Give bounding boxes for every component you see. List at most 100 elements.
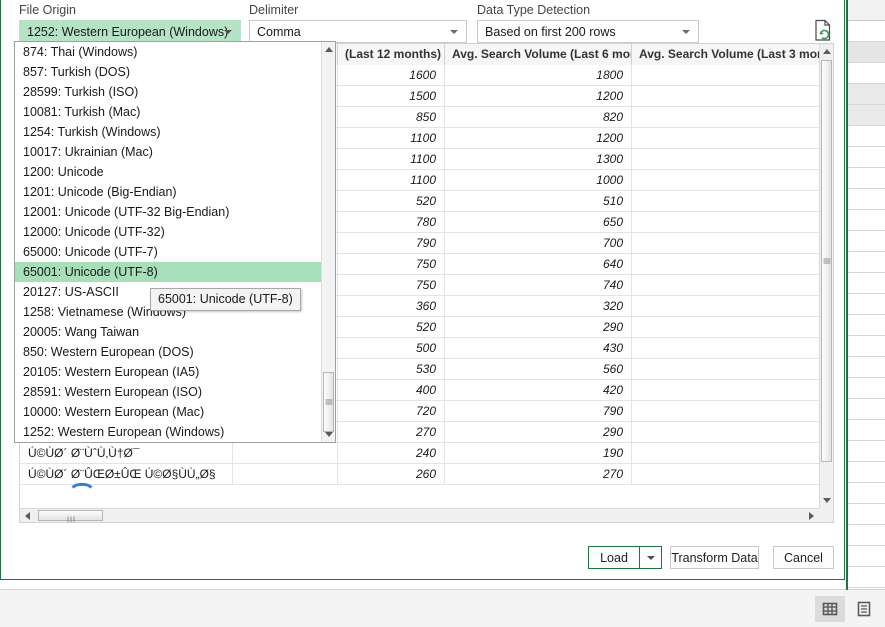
table-cell[interactable]: 290 bbox=[445, 317, 632, 337]
dropdown-item[interactable]: 20005: Wang Taiwan bbox=[15, 322, 321, 342]
table-cell[interactable] bbox=[632, 422, 821, 442]
table-cell[interactable]: 1500 bbox=[338, 86, 445, 106]
table-cell[interactable]: 820 bbox=[445, 107, 632, 127]
file-origin-combobox[interactable]: 1252: Western European (Windows) bbox=[19, 20, 241, 43]
scroll-up-icon[interactable] bbox=[322, 42, 335, 57]
table-cell[interactable]: 190 bbox=[445, 443, 632, 463]
table-cell[interactable] bbox=[632, 233, 821, 253]
worksheet-row[interactable] bbox=[846, 462, 885, 483]
dropdown-vertical-scrollbar[interactable] bbox=[321, 42, 335, 442]
table-cell[interactable]: Ú©ÙØ´ Ø¨ÛŒØ±ÛŒ Ú©Ø§ÙÙ„Ø§ bbox=[20, 464, 233, 484]
dropdown-item[interactable]: 10000: Western European (Mac) bbox=[15, 402, 321, 422]
table-cell[interactable] bbox=[632, 254, 821, 274]
table-cell[interactable]: 700 bbox=[445, 233, 632, 253]
load-button[interactable]: Load bbox=[588, 546, 640, 569]
worksheet-row[interactable] bbox=[846, 294, 885, 315]
table-cell[interactable] bbox=[632, 275, 821, 295]
dropdown-item[interactable]: 28591: Western European (ISO) bbox=[15, 382, 321, 402]
table-cell[interactable]: 500 bbox=[338, 338, 445, 358]
table-cell[interactable] bbox=[632, 401, 821, 421]
dropdown-item[interactable]: 65000: Unicode (UTF-7) bbox=[15, 242, 321, 262]
dropdown-scroll-thumb[interactable] bbox=[323, 372, 334, 432]
table-cell[interactable]: 1100 bbox=[338, 149, 445, 169]
worksheet-row[interactable] bbox=[846, 378, 885, 399]
column-header[interactable]: Avg. Search Volume (Last 6 months) bbox=[445, 44, 632, 65]
dropdown-item[interactable]: 20105: Western European (IA5) bbox=[15, 362, 321, 382]
table-cell[interactable]: 1300 bbox=[445, 149, 632, 169]
worksheet-row[interactable] bbox=[846, 168, 885, 189]
worksheet-row[interactable] bbox=[846, 546, 885, 567]
scroll-right-icon[interactable] bbox=[804, 509, 819, 522]
file-origin-dropdown-list[interactable]: 874: Thai (Windows) 857: Turkish (DOS) 285… bbox=[14, 41, 336, 443]
table-cell[interactable]: 240 bbox=[338, 443, 445, 463]
worksheet-row[interactable] bbox=[846, 147, 885, 168]
data-type-detection-combobox[interactable]: Based on first 200 rows bbox=[477, 20, 699, 43]
worksheet-row[interactable] bbox=[846, 105, 885, 126]
worksheet-row[interactable] bbox=[846, 357, 885, 378]
table-cell[interactable] bbox=[632, 170, 821, 190]
column-header[interactable]: (Last 12 months) bbox=[338, 44, 445, 65]
dropdown-item[interactable]: 1252: Western European (Windows) bbox=[15, 422, 321, 442]
table-cell[interactable]: 430 bbox=[445, 338, 632, 358]
table-cell[interactable]: 1600 bbox=[338, 65, 445, 85]
table-cell[interactable]: 850 bbox=[338, 107, 445, 127]
worksheet-row[interactable] bbox=[846, 525, 885, 546]
table-cell[interactable]: Ú©ÙØ´ Ø¨ÙˆÙ‚Ù†Ø¯ bbox=[20, 443, 233, 463]
dropdown-item[interactable]: 10081: Turkish (Mac) bbox=[15, 102, 321, 122]
table-cell[interactable] bbox=[632, 65, 821, 85]
table-cell[interactable] bbox=[632, 212, 821, 232]
table-cell[interactable] bbox=[632, 296, 821, 316]
table-cell[interactable]: 650 bbox=[445, 212, 632, 232]
table-cell[interactable]: 640 bbox=[445, 254, 632, 274]
scroll-down-icon[interactable] bbox=[820, 493, 833, 508]
worksheet-row[interactable] bbox=[846, 420, 885, 441]
worksheet-row[interactable] bbox=[846, 84, 885, 105]
table-cell[interactable]: 320 bbox=[445, 296, 632, 316]
table-cell[interactable]: 790 bbox=[338, 233, 445, 253]
refresh-document-icon[interactable] bbox=[813, 19, 833, 43]
table-row[interactable]: Ú©ÙØ´ Ø¨ÙˆÙ‚Ù†Ø¯ 240 190 bbox=[20, 443, 833, 464]
worksheet-row[interactable] bbox=[846, 483, 885, 504]
table-cell[interactable] bbox=[632, 317, 821, 337]
table-cell[interactable]: 270 bbox=[338, 422, 445, 442]
worksheet-row[interactable] bbox=[846, 336, 885, 357]
table-cell[interactable] bbox=[632, 359, 821, 379]
chevron-down-icon[interactable] bbox=[682, 29, 690, 34]
table-cell[interactable]: 790 bbox=[445, 401, 632, 421]
dropdown-item[interactable]: 1200: Unicode bbox=[15, 162, 321, 182]
worksheet-row[interactable] bbox=[846, 567, 885, 588]
worksheet-row[interactable] bbox=[846, 273, 885, 294]
table-cell[interactable]: 360 bbox=[338, 296, 445, 316]
preview-horizontal-scrollbar[interactable] bbox=[20, 508, 819, 522]
dropdown-item[interactable]: 10017: Ukrainian (Mac) bbox=[15, 142, 321, 162]
table-cell[interactable]: 400 bbox=[338, 380, 445, 400]
table-cell[interactable]: 1200 bbox=[445, 86, 632, 106]
table-cell[interactable]: 520 bbox=[338, 191, 445, 211]
table-cell[interactable]: 290 bbox=[445, 422, 632, 442]
load-options-button[interactable] bbox=[639, 546, 662, 569]
dropdown-item[interactable]: 28599: Turkish (ISO) bbox=[15, 82, 321, 102]
dropdown-item[interactable]: 850: Western European (DOS) bbox=[15, 342, 321, 362]
dropdown-item[interactable]: 874: Thai (Windows) bbox=[15, 42, 321, 62]
table-cell[interactable] bbox=[632, 338, 821, 358]
table-cell[interactable]: 740 bbox=[445, 275, 632, 295]
table-cell[interactable] bbox=[632, 86, 821, 106]
worksheet-row[interactable] bbox=[846, 42, 885, 63]
worksheet-row[interactable] bbox=[846, 126, 885, 147]
horizontal-scroll-thumb[interactable] bbox=[38, 510, 103, 522]
table-cell[interactable]: 520 bbox=[338, 317, 445, 337]
table-cell[interactable] bbox=[632, 128, 821, 148]
table-cell[interactable]: 720 bbox=[338, 401, 445, 421]
table-row[interactable]: Ú©ÙØ´ Ø¨ÛŒØ±ÛŒ Ú©Ø§ÙÙ„Ø§ 260 270 bbox=[20, 464, 833, 485]
cancel-button[interactable]: Cancel bbox=[773, 546, 834, 569]
worksheet-row[interactable] bbox=[846, 0, 885, 21]
table-cell[interactable] bbox=[632, 443, 821, 463]
dropdown-item[interactable]: 857: Turkish (DOS) bbox=[15, 62, 321, 82]
worksheet-row[interactable] bbox=[846, 504, 885, 525]
worksheet-row[interactable] bbox=[846, 21, 885, 42]
dropdown-item[interactable]: 1254: Turkish (Windows) bbox=[15, 122, 321, 142]
vertical-scroll-thumb[interactable] bbox=[821, 60, 832, 462]
scroll-down-icon[interactable] bbox=[322, 427, 335, 442]
column-header[interactable]: Avg. Search Volume (Last 3 montl bbox=[632, 44, 821, 65]
preview-vertical-scrollbar[interactable] bbox=[819, 44, 833, 508]
